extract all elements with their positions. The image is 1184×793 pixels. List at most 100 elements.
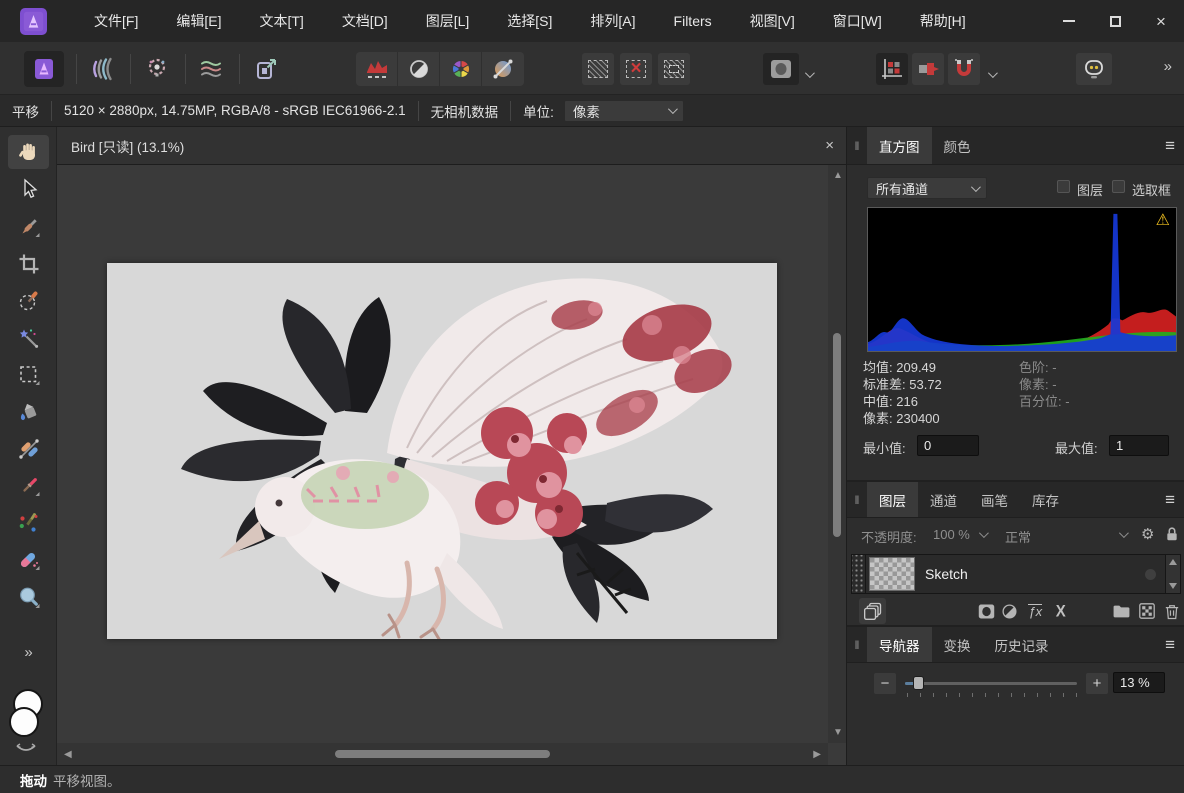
layer-row-sketch[interactable]: Sketch xyxy=(851,554,1167,594)
erase-brush-tool[interactable] xyxy=(8,543,49,577)
tab-channels[interactable]: 通道 xyxy=(918,482,969,517)
paint-brush-tool[interactable] xyxy=(8,469,49,503)
scroll-left-icon[interactable]: ◀ xyxy=(64,749,72,760)
canvas-viewport[interactable] xyxy=(57,165,828,743)
swap-colours-icon[interactable] xyxy=(12,743,40,757)
layer-thumbnail[interactable] xyxy=(869,557,915,591)
layer-settings-gear-icon[interactable]: ⚙ xyxy=(1141,525,1154,543)
primary-colour-swatch[interactable] xyxy=(9,707,39,737)
photo-persona-button[interactable] xyxy=(24,51,64,87)
zoom-slider-thumb[interactable] xyxy=(913,676,924,690)
menu-arrange[interactable]: 排列[A] xyxy=(571,0,654,42)
panel-drag-handle[interactable]: ‖ xyxy=(847,482,867,517)
chevron-down-icon[interactable] xyxy=(979,528,989,538)
deselect-button[interactable]: × xyxy=(620,53,652,85)
mask-options-chevron[interactable] xyxy=(805,66,812,81)
toolbar-overflow-chevron[interactable]: » xyxy=(1164,58,1172,75)
scroll-up-icon[interactable]: ▲ xyxy=(833,170,843,181)
minimize-button[interactable] xyxy=(1046,0,1092,42)
horizontal-scroll-thumb[interactable] xyxy=(335,750,550,758)
auto-contrast-button[interactable] xyxy=(398,52,440,86)
assistant-button[interactable] xyxy=(1076,53,1112,85)
layer-visibility-dot[interactable] xyxy=(1145,569,1156,580)
document-close-icon[interactable]: × xyxy=(825,137,834,154)
export-persona-button[interactable] xyxy=(246,51,286,87)
tab-stock[interactable]: 库存 xyxy=(1020,482,1071,517)
panel-menu-icon[interactable]: ≡ xyxy=(1165,127,1175,165)
vertical-scrollbar[interactable]: ▲ ▼ xyxy=(828,165,846,743)
liquify-persona-button[interactable] xyxy=(82,51,122,87)
develop-persona-button[interactable] xyxy=(137,51,177,87)
panel-menu-icon[interactable]: ≡ xyxy=(1165,627,1175,663)
tab-history[interactable]: 历史记录 xyxy=(983,627,1061,662)
live-filter-button[interactable]: X xyxy=(1049,603,1073,620)
delete-layer-button[interactable] xyxy=(1160,603,1184,620)
menu-document[interactable]: 文档[D] xyxy=(323,0,407,42)
close-button[interactable]: × xyxy=(1138,0,1184,42)
colour-replacement-brush-tool[interactable] xyxy=(8,506,49,540)
alignment-button[interactable] xyxy=(876,53,908,85)
move-tool[interactable] xyxy=(8,172,49,206)
tab-colour[interactable]: 颜色 xyxy=(932,127,983,164)
layer-checkbox[interactable] xyxy=(1057,180,1070,193)
lock-icon[interactable] xyxy=(1165,526,1179,542)
min-value-input[interactable] xyxy=(917,435,979,456)
mask-layer-button[interactable] xyxy=(974,603,998,620)
layer-drag-handle[interactable] xyxy=(852,555,866,593)
selection-brush-tool[interactable] xyxy=(8,284,49,318)
adjustment-layer-button[interactable] xyxy=(998,603,1022,620)
marquee-checkbox[interactable] xyxy=(1112,180,1125,193)
maximize-button[interactable] xyxy=(1092,0,1138,42)
view-hand-tool[interactable] xyxy=(8,135,49,169)
auto-colour-button[interactable] xyxy=(440,52,482,86)
chevron-down-icon[interactable] xyxy=(1119,528,1129,538)
layer-name[interactable]: Sketch xyxy=(925,566,968,582)
document-tab[interactable]: Bird [只读] (13.1%) xyxy=(71,136,184,156)
blend-mode-value[interactable]: 正常 xyxy=(1005,527,1031,546)
marquee-select-tool[interactable] xyxy=(8,358,49,392)
scroll-down-icon[interactable] xyxy=(1169,583,1177,589)
menu-window[interactable]: 窗口[W] xyxy=(814,0,901,42)
auto-levels-button[interactable] xyxy=(356,52,398,86)
tools-overflow-chevron[interactable]: » xyxy=(8,635,49,669)
tone-mapping-persona-button[interactable] xyxy=(191,51,231,87)
snapping-button[interactable] xyxy=(948,53,980,85)
zoom-value-input[interactable] xyxy=(1113,672,1165,693)
panel-menu-icon[interactable]: ≡ xyxy=(1165,482,1175,518)
select-all-button[interactable] xyxy=(582,53,614,85)
zoom-slider-track[interactable] xyxy=(905,682,1077,685)
invert-selection-button[interactable] xyxy=(658,53,690,85)
tab-brushes[interactable]: 画笔 xyxy=(969,482,1020,517)
crop-tool[interactable] xyxy=(8,247,49,281)
layer-list-scrollbar[interactable] xyxy=(1165,554,1181,594)
menu-edit[interactable]: 编辑[E] xyxy=(157,0,240,42)
pattern-layer-button[interactable] xyxy=(1134,603,1159,619)
layer-effects-button[interactable]: ƒx xyxy=(1022,604,1049,618)
menu-text[interactable]: 文本[T] xyxy=(240,0,322,42)
scroll-right-icon[interactable]: ▶ xyxy=(813,749,821,760)
tab-layers[interactable]: 图层 xyxy=(867,482,918,517)
menu-help[interactable]: 帮助[H] xyxy=(901,0,985,42)
tab-navigator[interactable]: 导航器 xyxy=(867,627,932,662)
tab-transform[interactable]: 变换 xyxy=(932,627,983,662)
duplicate-layer-button[interactable] xyxy=(859,598,886,624)
gradient-tool[interactable] xyxy=(8,432,49,466)
snapping-options-chevron[interactable] xyxy=(988,66,995,81)
opacity-value[interactable]: 100 % xyxy=(933,527,970,542)
document-page[interactable] xyxy=(107,263,777,639)
flood-fill-tool[interactable] xyxy=(8,395,49,429)
menu-layer[interactable]: 图层[L] xyxy=(407,0,489,42)
menu-select[interactable]: 选择[S] xyxy=(488,0,571,42)
zoom-out-button[interactable]: − xyxy=(874,673,896,694)
panel-drag-handle[interactable]: ‖ xyxy=(847,627,867,662)
vertical-scroll-thumb[interactable] xyxy=(833,333,841,537)
scroll-down-icon[interactable]: ▼ xyxy=(833,727,843,738)
menu-file[interactable]: 文件[F] xyxy=(75,0,157,42)
max-value-input[interactable] xyxy=(1109,435,1169,456)
panel-drag-handle[interactable]: ‖ xyxy=(847,127,867,164)
menu-filters[interactable]: Filters xyxy=(655,0,731,42)
auto-white-balance-button[interactable] xyxy=(482,52,524,86)
mask-layer-button[interactable] xyxy=(763,53,799,85)
blur-tool[interactable] xyxy=(8,580,49,614)
channel-select[interactable]: 所有通道 xyxy=(867,177,987,199)
